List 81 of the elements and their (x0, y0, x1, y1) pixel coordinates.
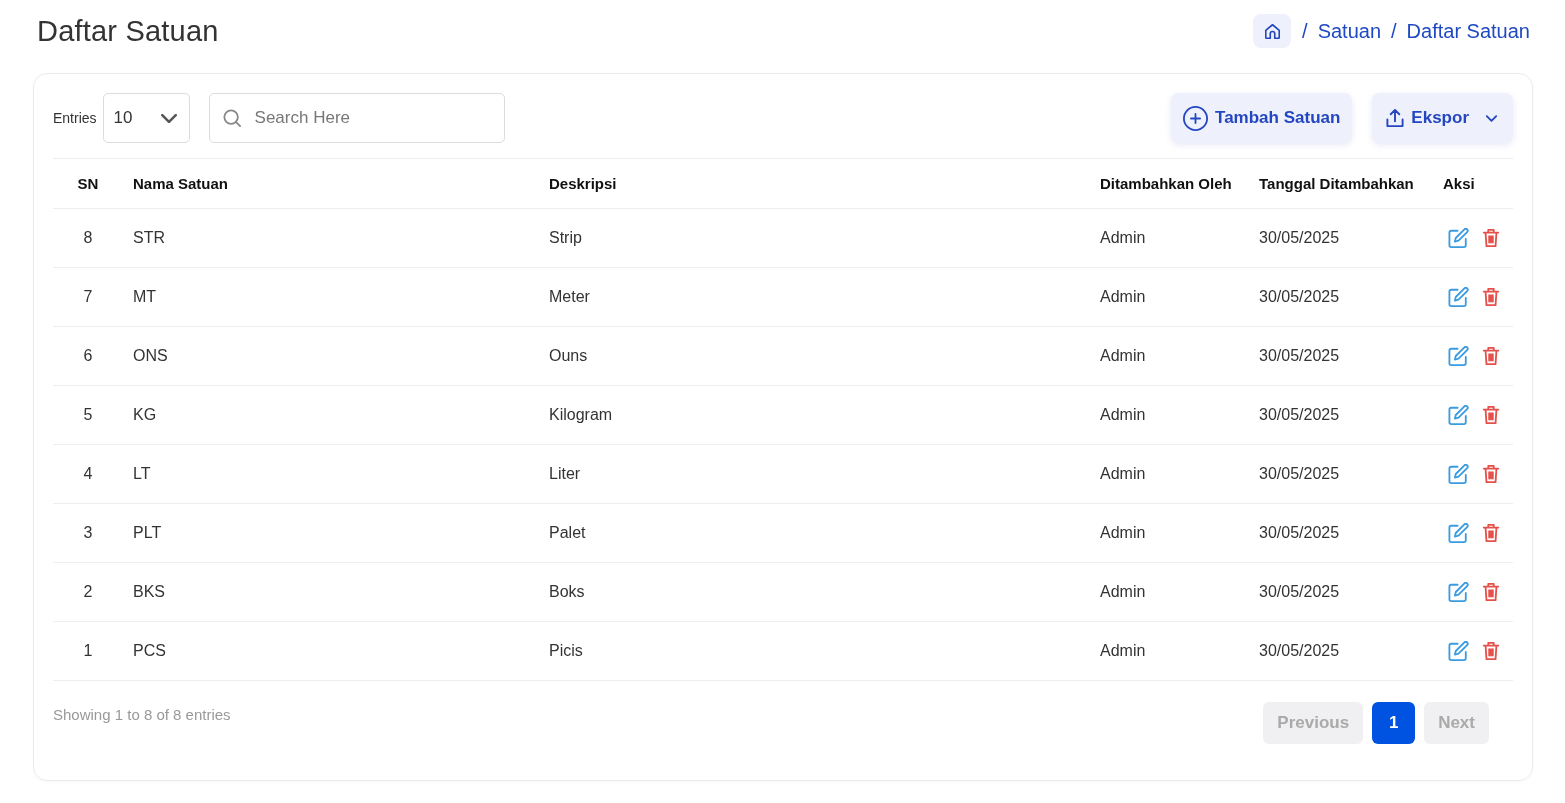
table-cell: Admin (1090, 444, 1249, 504)
table-cell: KG (123, 385, 539, 445)
table-cell: Admin (1090, 562, 1249, 622)
table-cell: Admin (1090, 326, 1249, 386)
table-cell: 4 (53, 444, 123, 504)
page-title: Daftar Satuan (37, 14, 219, 48)
export-button[interactable]: Ekspor (1372, 93, 1513, 143)
edit-icon[interactable] (1448, 405, 1469, 425)
trash-icon[interactable] (1482, 464, 1500, 484)
table-cell: Admin (1090, 385, 1249, 445)
table-cell: 2 (53, 562, 123, 622)
trash-icon[interactable] (1482, 523, 1500, 543)
table-cell: Admin (1090, 208, 1249, 268)
table-cell: Palet (539, 503, 1090, 563)
add-unit-button[interactable]: Tambah Satuan (1171, 93, 1353, 143)
table-cell: 30/05/2025 (1249, 621, 1433, 681)
trash-icon[interactable] (1482, 405, 1500, 425)
breadcrumb-separator: / (1391, 19, 1397, 43)
table-cell: BKS (123, 562, 539, 622)
table-cell: 7 (53, 267, 123, 327)
column-header: Aksi (1433, 158, 1513, 209)
trash-icon[interactable] (1482, 228, 1500, 248)
trash-icon[interactable] (1482, 641, 1500, 661)
table-cell: 30/05/2025 (1249, 503, 1433, 563)
trash-icon[interactable] (1482, 582, 1500, 602)
table-cell: 8 (53, 208, 123, 268)
entries-label: Entries (53, 110, 97, 126)
search-field[interactable]: Search Here (208, 93, 505, 143)
edit-icon[interactable] (1448, 523, 1469, 543)
table-cell: Admin (1090, 267, 1249, 327)
table-cell: Strip (539, 208, 1090, 268)
table-cell: Liter (539, 444, 1090, 504)
edit-icon[interactable] (1448, 287, 1469, 307)
table-cell: Meter (539, 267, 1090, 327)
table-cell: 1 (53, 621, 123, 681)
table-cell: Admin (1090, 621, 1249, 681)
table-cell: Ouns (539, 326, 1090, 386)
column-header: Nama Satuan (123, 158, 539, 209)
table-cell: 30/05/2025 (1249, 267, 1433, 327)
table-cell: PCS (123, 621, 539, 681)
page-button[interactable]: 1 (1372, 702, 1416, 744)
plus-circle-icon (1183, 105, 1209, 131)
column-header: Ditambahkan Oleh (1090, 158, 1249, 209)
table-cell: 30/05/2025 (1249, 444, 1433, 504)
table-cell: LT (123, 444, 539, 504)
table-cell: 5 (53, 385, 123, 445)
edit-icon[interactable] (1448, 582, 1469, 602)
edit-icon[interactable] (1448, 464, 1469, 484)
table-cell: Kilogram (539, 385, 1090, 445)
table-cell: 30/05/2025 (1249, 562, 1433, 622)
edit-icon[interactable] (1448, 641, 1469, 661)
table-cell: Picis (539, 621, 1090, 681)
table-cell: 6 (53, 326, 123, 386)
column-header: Tanggal Ditambahkan (1249, 158, 1433, 209)
chevron-down-icon (160, 113, 177, 123)
breadcrumb-separator: / (1302, 19, 1308, 43)
edit-icon[interactable] (1448, 228, 1469, 248)
table-cell: 30/05/2025 (1249, 208, 1433, 268)
table-cell: Admin (1090, 503, 1249, 563)
column-header: SN (53, 158, 123, 209)
breadcrumb-link[interactable]: Satuan (1317, 19, 1381, 43)
trash-icon[interactable] (1482, 287, 1500, 307)
breadcrumb-link[interactable]: Daftar Satuan (1406, 19, 1530, 43)
table-cell: 30/05/2025 (1249, 326, 1433, 386)
home-button[interactable] (1253, 14, 1292, 48)
table-cell: 30/05/2025 (1249, 385, 1433, 445)
table-cell: STR (123, 208, 539, 268)
entries-select[interactable]: 10 (102, 93, 190, 143)
chevron-down-icon (1486, 114, 1497, 122)
table-cell: 3 (53, 503, 123, 563)
table-cell: MT (123, 267, 539, 327)
upload-icon (1386, 108, 1405, 128)
trash-icon[interactable] (1482, 346, 1500, 366)
table-cell: PLT (123, 503, 539, 563)
column-header: Deskripsi (539, 158, 1090, 209)
entries-info: Showing 1 to 8 of 8 entries (53, 706, 231, 723)
search-icon (222, 109, 241, 127)
table-cell: ONS (123, 326, 539, 386)
edit-icon[interactable] (1448, 346, 1469, 366)
table-cell: Boks (539, 562, 1090, 622)
home-icon (1264, 23, 1280, 39)
